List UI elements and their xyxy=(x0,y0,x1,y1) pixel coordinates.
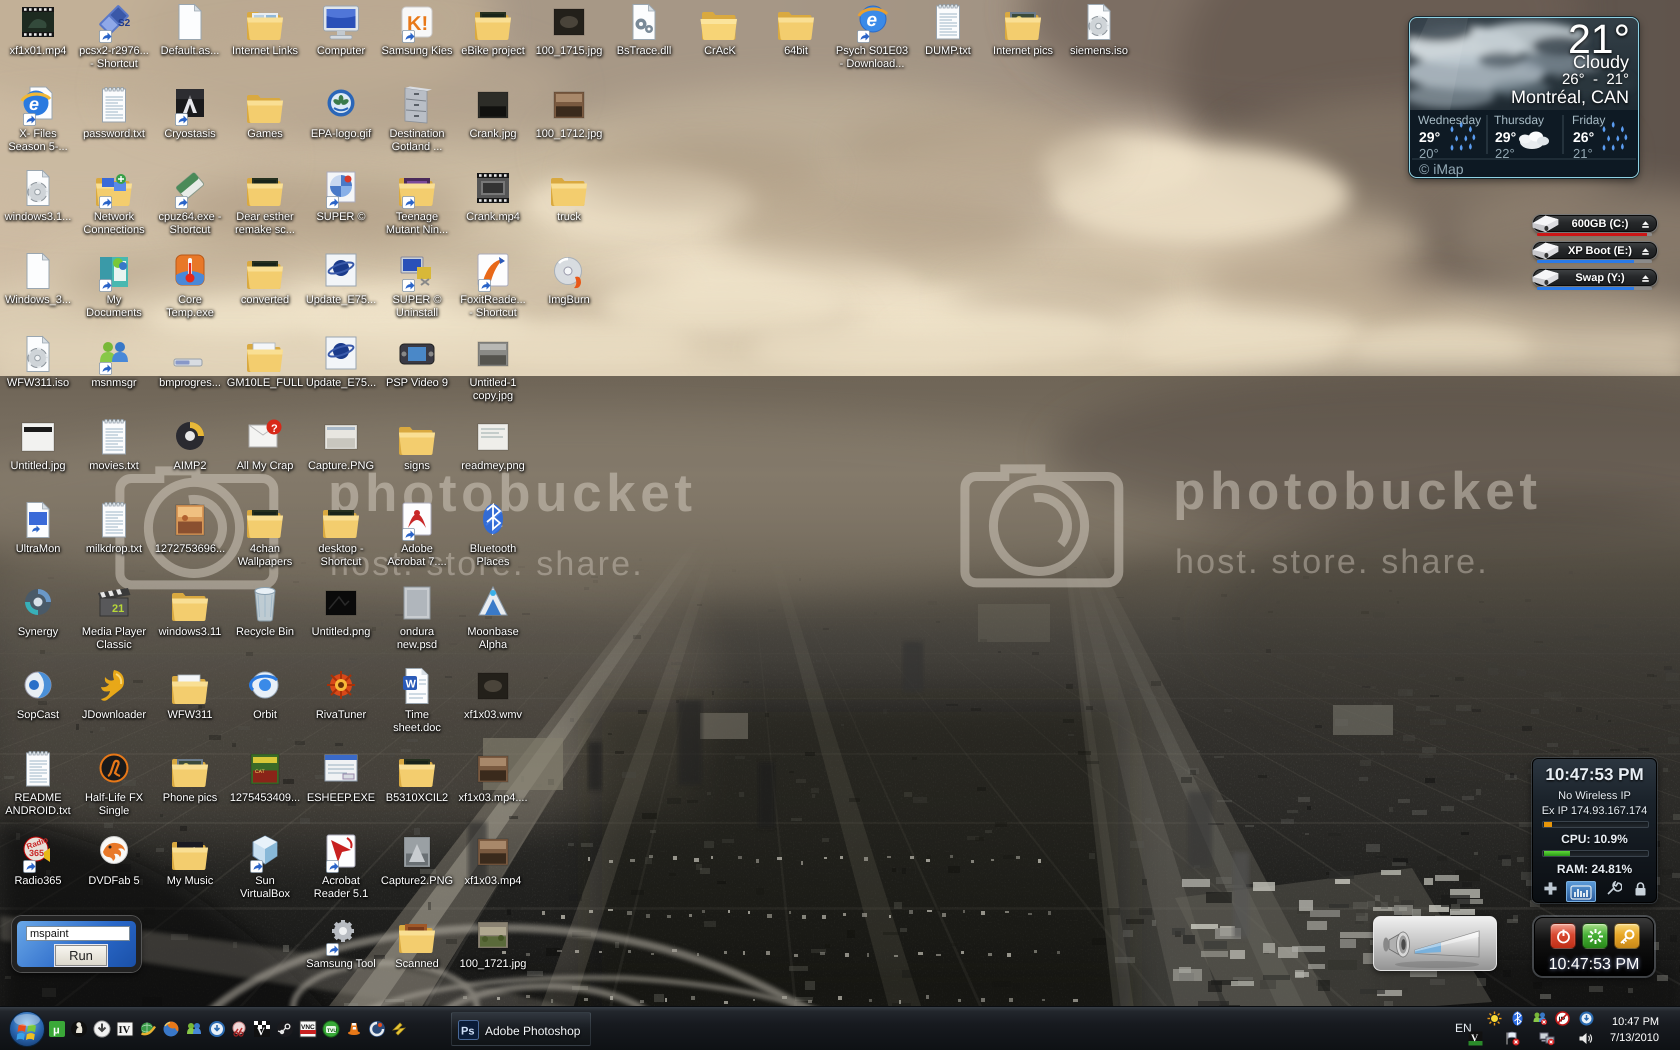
svg-text:V: V xyxy=(257,1026,265,1038)
svg-text:TVU: TVU xyxy=(327,1028,337,1034)
svg-text:IV: IV xyxy=(119,1025,131,1036)
svg-text:V: V xyxy=(1471,1033,1479,1044)
svg-text:21: 21 xyxy=(112,603,124,615)
svg-text:e: e xyxy=(29,94,39,114)
svg-text:e: e xyxy=(867,10,878,31)
svg-text:μ: μ xyxy=(53,1025,60,1037)
svg-text:CAT: CAT xyxy=(255,769,265,775)
svg-text:365: 365 xyxy=(29,848,44,858)
svg-text:Ps: Ps xyxy=(461,1026,474,1038)
svg-text:host. store. share.: host. store. share. xyxy=(1175,543,1489,581)
svg-text:VNC: VNC xyxy=(301,1024,315,1031)
svg-text:?: ? xyxy=(271,423,278,435)
svg-text:photobucket: photobucket xyxy=(1173,462,1542,521)
svg-text:S2: S2 xyxy=(118,18,131,29)
svg-text:W: W xyxy=(406,679,417,691)
